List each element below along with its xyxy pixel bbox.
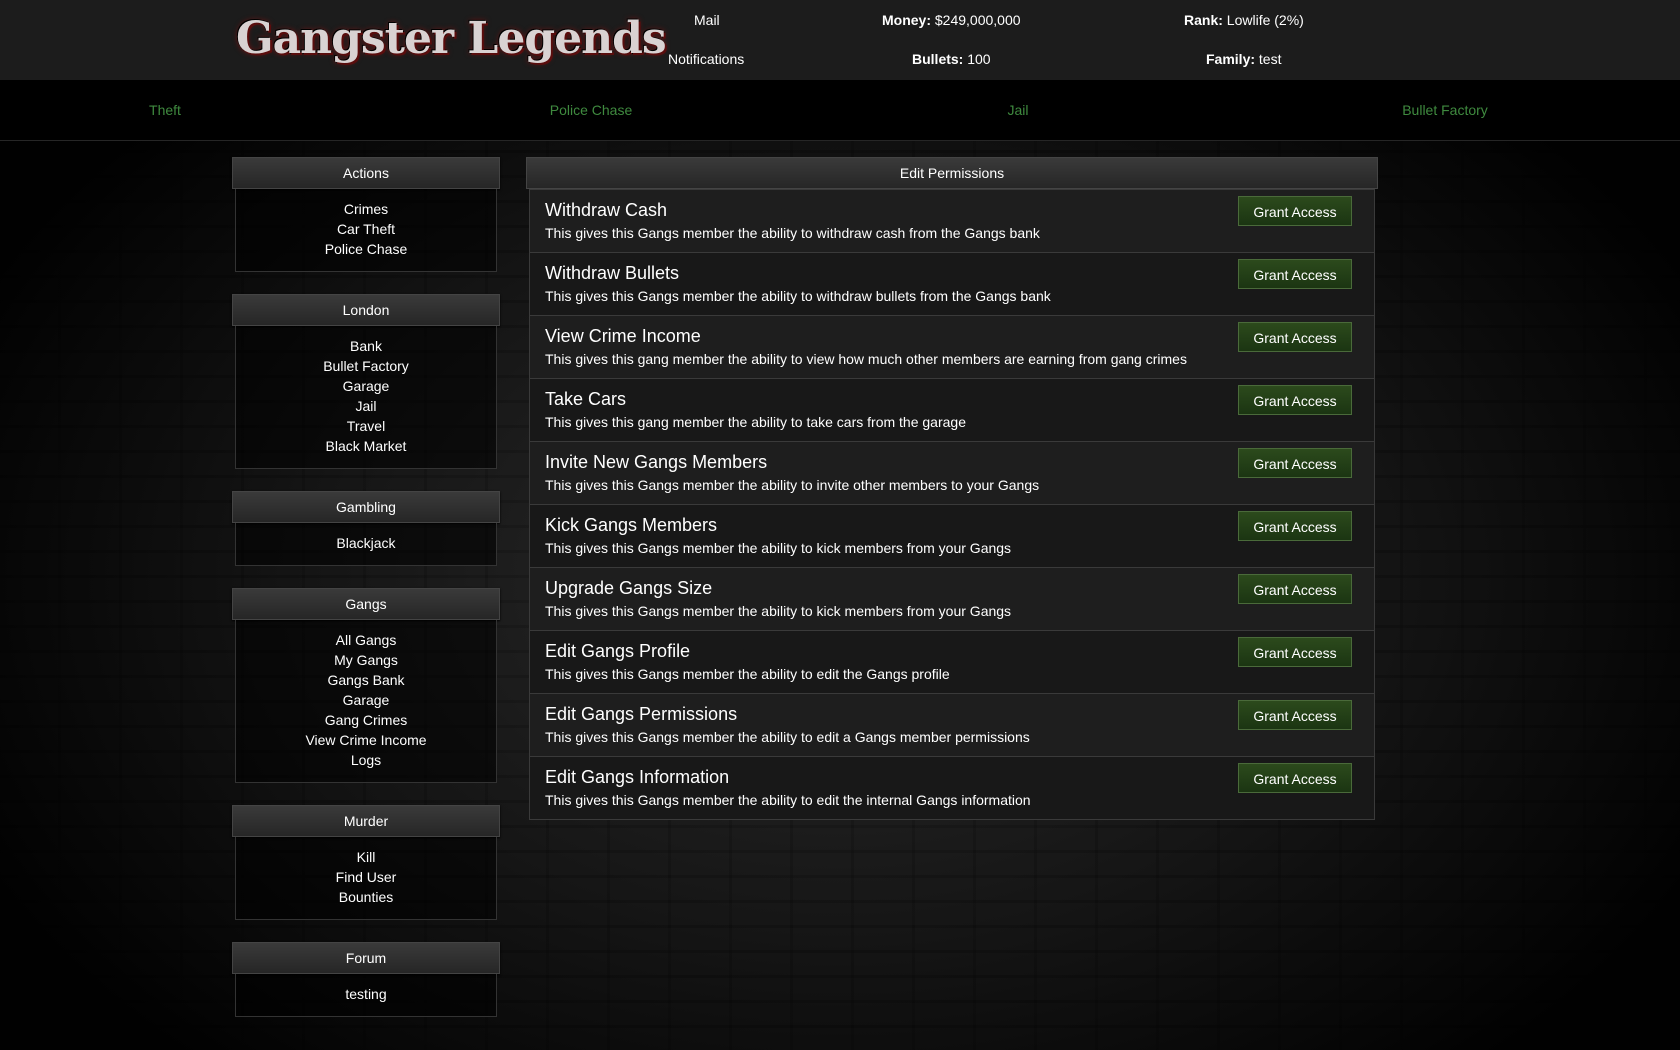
rank-value: Lowlife (2%) <box>1226 12 1304 28</box>
panel-title: Edit Permissions <box>526 157 1378 189</box>
sidebar-section-gangs: Gangs All Gangs My Gangs Gangs Bank Gara… <box>232 588 500 783</box>
permission-title: Take Cars <box>545 389 627 409</box>
edit-permissions-panel: Edit Permissions Withdraw Cash This give… <box>526 157 1378 820</box>
permission-description: This gives this Gangs member the ability… <box>545 603 1012 619</box>
sidebar-section-gambling: Gambling Blackjack <box>232 491 500 566</box>
sidebar-heading: Murder <box>232 805 500 837</box>
sidebar-heading: Gambling <box>232 491 500 523</box>
grant-access-button[interactable]: Grant Access <box>1238 511 1352 541</box>
sidebar-item-gang-garage[interactable]: Garage <box>236 690 496 710</box>
permission-row: View Crime Income This gives this gang m… <box>530 315 1374 378</box>
sidebar-item-gang-crimes[interactable]: Gang Crimes <box>236 710 496 730</box>
permission-row: Withdraw Bullets This gives this Gangs m… <box>530 252 1374 315</box>
permission-title: Upgrade Gangs Size <box>545 578 713 598</box>
permission-title: Withdraw Cash <box>545 200 668 220</box>
sidebar-item-bounties[interactable]: Bounties <box>236 887 496 907</box>
permission-description: This gives this Gangs member the ability… <box>545 729 1030 745</box>
sidebar-section-london: London Bank Bullet Factory Garage Jail T… <box>232 294 500 469</box>
sidebar-heading: Forum <box>232 942 500 974</box>
sidebar-item-crimes[interactable]: Crimes <box>236 199 496 219</box>
permission-description: This gives this Gangs member the ability… <box>545 288 1051 304</box>
sidebar-item-logs[interactable]: Logs <box>236 750 496 770</box>
permission-description: This gives this Gangs member the ability… <box>545 225 1040 241</box>
mail-link[interactable]: Mail <box>694 12 720 28</box>
sidebar-item-kill[interactable]: Kill <box>236 847 496 867</box>
grant-access-button[interactable]: Grant Access <box>1238 700 1352 730</box>
sidebar-item-view-crime-income[interactable]: View Crime Income <box>236 730 496 750</box>
family-stat: Family: test <box>1206 51 1281 67</box>
sidebar-section-murder: Murder Kill Find User Bounties <box>232 805 500 920</box>
grant-access-button[interactable]: Grant Access <box>1238 763 1352 793</box>
permission-description: This gives this Gangs member the ability… <box>545 540 1012 556</box>
permission-title: Invite New Gangs Members <box>545 452 768 472</box>
sidebar-item-garage[interactable]: Garage <box>236 376 496 396</box>
permission-row: Withdraw Cash This gives this Gangs memb… <box>530 189 1374 252</box>
bullets-value: 100 <box>967 51 991 67</box>
permission-title: Edit Gangs Profile <box>545 641 691 661</box>
permission-title: View Crime Income <box>545 326 701 346</box>
sidebar-item-police-chase[interactable]: Police Chase <box>236 239 496 259</box>
sidebar: Actions Crimes Car Theft Police Chase Lo… <box>232 157 500 1039</box>
sidebar-item-blackjack[interactable]: Blackjack <box>236 533 496 553</box>
nav-theft[interactable]: Theft <box>149 102 181 118</box>
quick-nav: Theft Police Chase Jail Bullet Factory <box>0 80 1680 141</box>
bullets-stat: Bullets: 100 <box>912 51 991 67</box>
sidebar-item-find-user[interactable]: Find User <box>236 867 496 887</box>
sidebar-item-jail[interactable]: Jail <box>236 396 496 416</box>
sidebar-item-black-market[interactable]: Black Market <box>236 436 496 456</box>
grant-access-button[interactable]: Grant Access <box>1238 448 1352 478</box>
notifications-link[interactable]: Notifications <box>668 51 744 67</box>
grant-access-button[interactable]: Grant Access <box>1238 196 1352 226</box>
sidebar-heading: London <box>232 294 500 326</box>
nav-jail[interactable]: Jail <box>1007 102 1028 118</box>
sidebar-heading: Gangs <box>232 588 500 620</box>
money-value: $249,000,000 <box>934 12 1021 28</box>
permission-description: This gives this Gangs member the ability… <box>545 792 1031 808</box>
sidebar-item-testing[interactable]: testing <box>236 984 496 1004</box>
permission-description: This gives this Gangs member the ability… <box>545 477 1040 493</box>
sidebar-item-bullet-factory[interactable]: Bullet Factory <box>236 356 496 376</box>
nav-police-chase[interactable]: Police Chase <box>550 102 633 118</box>
sidebar-item-car-theft[interactable]: Car Theft <box>236 219 496 239</box>
money-label: Money: <box>882 12 931 28</box>
sidebar-item-bank[interactable]: Bank <box>236 336 496 356</box>
sidebar-section-actions: Actions Crimes Car Theft Police Chase <box>232 157 500 272</box>
permission-description: This gives this Gangs member the ability… <box>545 666 950 682</box>
sidebar-item-my-gangs[interactable]: My Gangs <box>236 650 496 670</box>
permission-row: Take Cars This gives this gang member th… <box>530 378 1374 441</box>
sidebar-item-travel[interactable]: Travel <box>236 416 496 436</box>
grant-access-button[interactable]: Grant Access <box>1238 637 1352 667</box>
permission-title: Withdraw Bullets <box>545 263 680 283</box>
grant-access-button[interactable]: Grant Access <box>1238 385 1352 415</box>
money-stat: Money: $249,000,000 <box>882 12 1021 28</box>
permission-row: Upgrade Gangs Size This gives this Gangs… <box>530 567 1374 630</box>
family-label: Family: <box>1206 51 1256 67</box>
permission-title: Edit Gangs Permissions <box>545 704 738 724</box>
permissions-list: Withdraw Cash This gives this Gangs memb… <box>529 189 1375 820</box>
permission-row: Kick Gangs Members This gives this Gangs… <box>530 504 1374 567</box>
permission-title: Kick Gangs Members <box>545 515 718 535</box>
permission-description: This gives this gang member the ability … <box>545 351 1187 367</box>
top-header: Gangster Legends Mail Notifications Mone… <box>0 0 1680 81</box>
sidebar-heading: Actions <box>232 157 500 189</box>
permission-row: Edit Gangs Profile This gives this Gangs… <box>530 630 1374 693</box>
bullets-label: Bullets: <box>912 51 964 67</box>
grant-access-button[interactable]: Grant Access <box>1238 322 1352 352</box>
site-logo[interactable]: Gangster Legends <box>236 8 667 70</box>
permission-description: This gives this gang member the ability … <box>545 414 966 430</box>
family-value: test <box>1258 51 1282 67</box>
rank-stat: Rank: Lowlife (2%) <box>1184 12 1304 28</box>
grant-access-button[interactable]: Grant Access <box>1238 259 1352 289</box>
permission-row: Edit Gangs Permissions This gives this G… <box>530 693 1374 756</box>
permission-row: Edit Gangs Information This gives this G… <box>530 756 1374 819</box>
rank-label: Rank: <box>1184 12 1223 28</box>
sidebar-section-forum: Forum testing <box>232 942 500 1017</box>
permission-title: Edit Gangs Information <box>545 767 730 787</box>
sidebar-item-all-gangs[interactable]: All Gangs <box>236 630 496 650</box>
nav-bullet-factory[interactable]: Bullet Factory <box>1402 102 1488 118</box>
sidebar-item-gangs-bank[interactable]: Gangs Bank <box>236 670 496 690</box>
grant-access-button[interactable]: Grant Access <box>1238 574 1352 604</box>
permission-row: Invite New Gangs Members This gives this… <box>530 441 1374 504</box>
